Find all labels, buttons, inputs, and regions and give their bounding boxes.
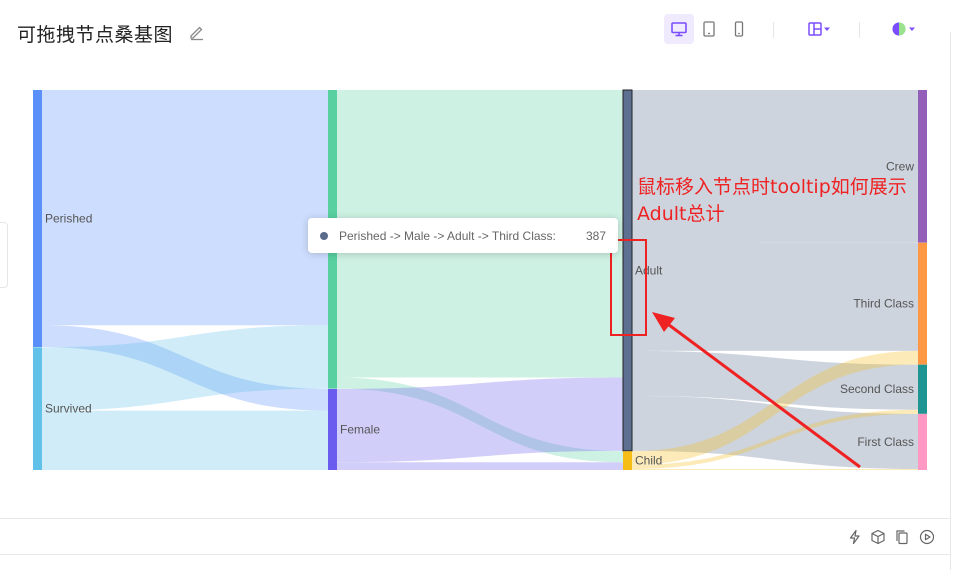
- layout-icon: [808, 22, 830, 36]
- node-second-class[interactable]: [918, 364, 927, 414]
- tablet-icon: [703, 21, 715, 37]
- node-label-second-class: Second Class: [840, 382, 914, 396]
- copy-icon[interactable]: [894, 529, 910, 545]
- node-label-female: Female: [340, 422, 380, 436]
- toolbar-divider: [859, 22, 860, 38]
- node-label-child: Child: [635, 454, 662, 468]
- sankey-chart[interactable]: Perished Survived Female Adult Child Crew Thir…: [0, 62, 950, 518]
- link-child-first-class[interactable]: [632, 468, 918, 470]
- footer-toolbar: [0, 518, 950, 555]
- edit-icon[interactable]: [188, 23, 206, 41]
- tooltip-label: Perished -> Male -> Adult -> Third Class…: [339, 229, 556, 243]
- tooltip-value: 387: [585, 229, 606, 243]
- node-label-perished: Perished: [45, 212, 92, 226]
- link-female-adult[interactable]: [337, 377, 623, 463]
- node-adult[interactable]: [622, 89, 633, 452]
- node-survived[interactable]: [33, 347, 42, 470]
- play-icon[interactable]: [919, 529, 935, 545]
- theme-icon: [892, 22, 915, 36]
- link-female-child[interactable]: [337, 462, 623, 470]
- chart-tooltip: Perished -> Male -> Adult -> Third Class…: [308, 218, 618, 253]
- page-title: 可拖拽节点桑基图: [17, 24, 174, 46]
- cube-icon[interactable]: [870, 529, 886, 545]
- node-first-class[interactable]: [918, 413, 927, 470]
- layout-dropdown-button[interactable]: [802, 14, 838, 44]
- mobile-icon: [734, 21, 744, 37]
- lightning-icon[interactable]: [847, 529, 863, 545]
- node-label-first-class: First Class: [857, 435, 914, 449]
- theme-dropdown-button[interactable]: [886, 14, 922, 44]
- link-perished-male[interactable]: [42, 90, 328, 326]
- node-female[interactable]: [328, 388, 337, 470]
- node-third-class[interactable]: [918, 242, 927, 365]
- toolbar-divider: [773, 22, 774, 38]
- header: 可拖拽节点桑基图: [0, 0, 963, 62]
- series-marker: [320, 232, 328, 240]
- node-label-adult: Adult: [635, 263, 663, 277]
- node-label-survived: Survived: [45, 402, 92, 416]
- node-label-crew: Crew: [886, 159, 914, 173]
- mobile-view-button[interactable]: [724, 14, 754, 44]
- node-child[interactable]: [623, 451, 632, 470]
- link-survived-female[interactable]: [42, 410, 328, 470]
- desktop-icon: [671, 22, 687, 37]
- tablet-view-button[interactable]: [694, 14, 724, 44]
- panel-divider: [950, 32, 951, 570]
- node-label-third-class: Third Class: [853, 297, 914, 311]
- annotation-text: 鼠标移入节点时tooltip如何展示Adult总计: [637, 176, 907, 225]
- desktop-view-button[interactable]: [664, 14, 694, 44]
- node-perished[interactable]: [33, 90, 42, 348]
